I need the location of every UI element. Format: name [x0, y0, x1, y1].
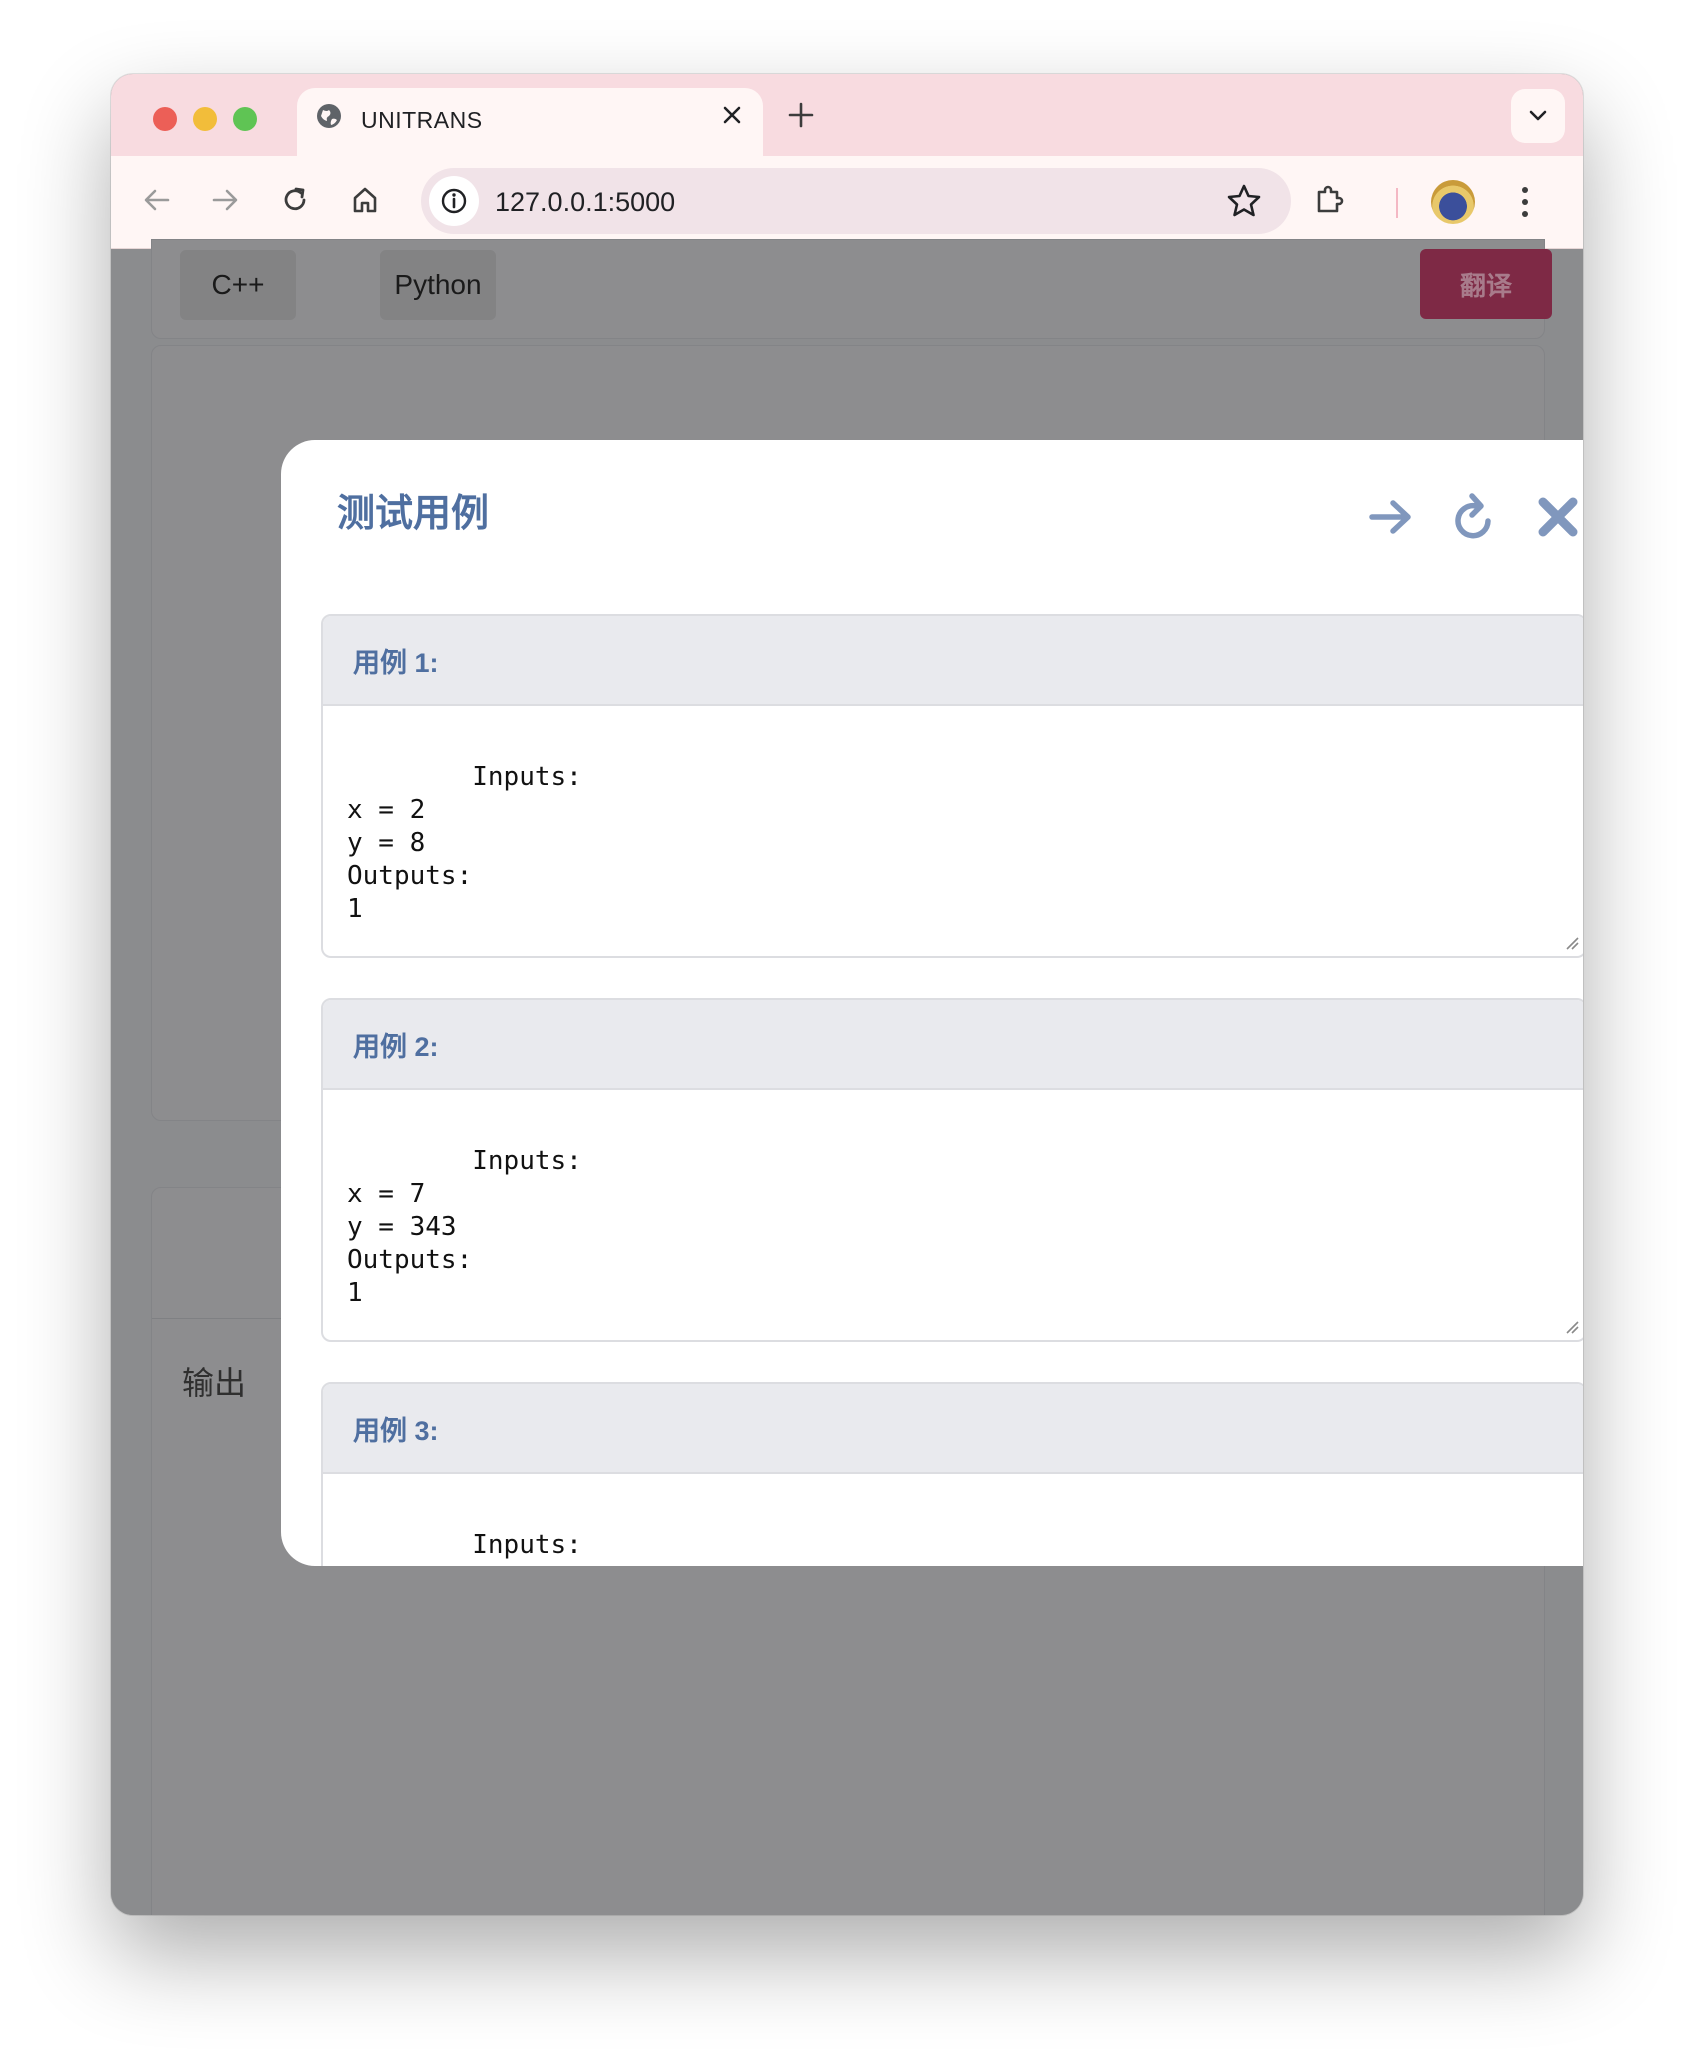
extensions-icon[interactable]	[1307, 178, 1351, 222]
url-text: 127.0.0.1:5000	[495, 187, 676, 217]
new-tab-icon[interactable]	[781, 96, 821, 136]
test-case-content: Inputs: x = 2 y = 8 Outputs: 1	[347, 762, 582, 924]
address-bar[interactable]: 127.0.0.1:5000	[421, 168, 1291, 234]
reload-icon[interactable]	[273, 178, 317, 222]
test-case-textarea[interactable]: Inputs: x = 7 y = 343 Outputs: 1	[323, 1090, 1583, 1340]
info-icon[interactable]	[429, 176, 479, 226]
resize-handle-icon[interactable]	[1563, 934, 1579, 950]
arrow-right-icon[interactable]	[1367, 492, 1417, 542]
tab-title: UNITRANS	[361, 107, 483, 133]
test-case-content: Inputs: x = 7 y = 343 Outputs: 1	[347, 1146, 582, 1308]
forward-icon[interactable]	[203, 178, 247, 222]
profile-avatar[interactable]	[1431, 180, 1475, 224]
test-case-content: Inputs: x = 3	[347, 1530, 582, 1566]
test-case: 用例 1: Inputs: x = 2 y = 8 Outputs: 1	[321, 614, 1583, 958]
star-icon[interactable]	[1225, 182, 1263, 220]
close-icon[interactable]	[1533, 492, 1583, 542]
resize-handle-icon[interactable]	[1563, 1318, 1579, 1334]
tab-strip: UNITRANS	[111, 74, 1583, 156]
test-case-header: 用例 2:	[323, 1000, 1583, 1090]
chevron-down-icon	[1529, 110, 1547, 121]
browser-toolbar: 127.0.0.1:5000	[111, 156, 1583, 249]
globe-icon	[317, 104, 341, 128]
tab-search-button[interactable]	[1511, 89, 1565, 143]
modal-title: 测试用例	[337, 493, 490, 535]
toolbar-divider	[1396, 188, 1398, 218]
close-window-button[interactable]	[153, 107, 177, 131]
translate-button[interactable]: 翻译	[1420, 249, 1552, 319]
test-case: 用例 3: Inputs: x = 3	[321, 1382, 1583, 1566]
language-bar: C++ ⇔ Python 翻译	[151, 239, 1552, 339]
target-language-select[interactable]: Python	[380, 250, 496, 320]
browser-tab[interactable]: UNITRANS	[297, 88, 763, 156]
back-icon[interactable]	[135, 178, 179, 222]
browser-window: UNITRANS 127.0.0.1:5000 C++ Python 翻译 输出…	[111, 74, 1583, 1915]
test-cases-modal: 测试用例 用例 1: Inputs: x = 2 y = 8 Outputs: …	[281, 440, 1583, 1566]
tab-close-icon[interactable]	[717, 100, 747, 130]
test-case: 用例 2: Inputs: x = 7 y = 343 Outputs: 1	[321, 998, 1583, 1342]
test-case-header: 用例 3:	[323, 1384, 1583, 1474]
menu-icon[interactable]	[1503, 180, 1547, 224]
source-language-select[interactable]: C++	[180, 250, 296, 320]
maximize-window-button[interactable]	[233, 107, 257, 131]
output-label: 输出	[182, 1365, 247, 1401]
minimize-window-button[interactable]	[193, 107, 217, 131]
test-case-header: 用例 1:	[323, 616, 1583, 706]
home-icon[interactable]	[343, 178, 387, 222]
refresh-icon[interactable]	[1449, 492, 1499, 542]
test-case-textarea[interactable]: Inputs: x = 2 y = 8 Outputs: 1	[323, 706, 1583, 956]
test-case-textarea[interactable]: Inputs: x = 3	[323, 1474, 1583, 1566]
